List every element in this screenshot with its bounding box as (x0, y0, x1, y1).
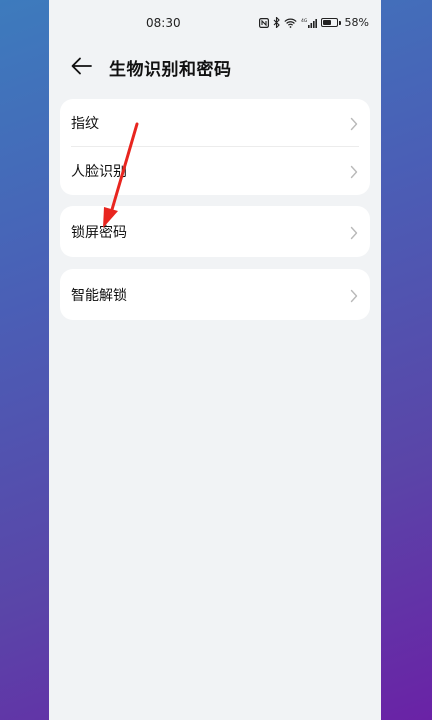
list-item-label: 人脸识别 (71, 164, 127, 180)
list-item-label: 智能解锁 (71, 287, 127, 304)
battery-cap (338, 20, 341, 25)
list-item-fingerprint[interactable]: 指纹 (60, 99, 370, 147)
chevron-right-icon (350, 225, 358, 239)
battery-percent: 58% (344, 16, 369, 29)
nfc-icon (258, 17, 269, 28)
arrow-left-icon (69, 57, 95, 82)
smart-unlock-card: 智能解锁 (60, 269, 370, 320)
status-time: 08:30 (146, 16, 181, 30)
status-bar: 08:30 4G 58% (49, 0, 381, 46)
svg-text:4G: 4G (301, 18, 308, 24)
cellular-signal-icon: 4G (301, 18, 317, 28)
status-icons: 4G 58% (258, 16, 369, 29)
phone-screen: 08:30 4G 58% 生物识别和密码 指纹 人脸识别 锁屏密码 智能解锁 (49, 0, 381, 720)
page-title: 生物识别和密码 (109, 60, 232, 80)
wifi-icon (283, 18, 297, 28)
list-item-lock-screen-password[interactable]: 锁屏密码 (60, 206, 370, 257)
lock-screen-card: 锁屏密码 (60, 206, 370, 257)
chevron-right-icon (350, 164, 358, 179)
chevron-right-icon (350, 288, 358, 302)
chevron-right-icon (350, 116, 358, 131)
list-item-smart-unlock[interactable]: 智能解锁 (60, 269, 370, 320)
list-item-label: 锁屏密码 (71, 224, 127, 241)
back-button[interactable] (69, 54, 95, 78)
biometrics-card: 指纹 人脸识别 (60, 99, 370, 195)
battery-icon (320, 18, 338, 27)
bluetooth-icon (273, 17, 280, 28)
list-item-label: 指纹 (71, 116, 99, 132)
list-item-face-recognition[interactable]: 人脸识别 (60, 147, 370, 195)
title-bar: 生物识别和密码 (49, 46, 381, 86)
